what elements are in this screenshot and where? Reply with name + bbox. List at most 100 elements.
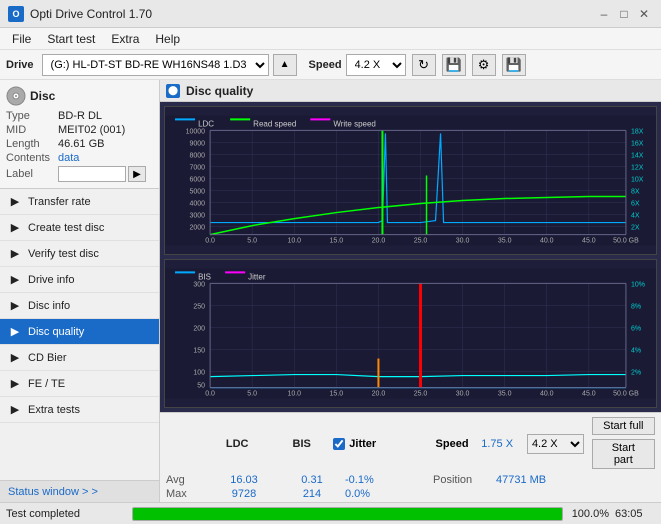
chart2-svg: BIS Jitter xyxy=(165,260,656,407)
disc-label-button[interactable]: ▶ xyxy=(128,166,146,182)
disc-quality-header: ⬤ Disc quality xyxy=(160,80,661,102)
svg-text:5.0: 5.0 xyxy=(247,238,257,245)
charts-area: LDC Read speed Write speed xyxy=(160,102,661,412)
close-button[interactable]: ✕ xyxy=(635,5,653,23)
jitter-checkbox[interactable] xyxy=(333,438,345,450)
disc-contents-label: Contents xyxy=(6,152,58,164)
disc-type-label: Type xyxy=(6,110,58,122)
stats-buttons: Start full Start part xyxy=(592,417,655,471)
svg-text:10%: 10% xyxy=(631,281,645,288)
svg-text:8%: 8% xyxy=(631,303,641,310)
extra-tests-icon: ▶ xyxy=(8,403,22,417)
nav-verify-test-disc-label: Verify test disc xyxy=(28,248,99,260)
svg-text:4%: 4% xyxy=(631,348,641,355)
svg-text:200: 200 xyxy=(193,325,205,332)
svg-text:8X: 8X xyxy=(631,189,640,196)
stats-max-jitter: 0.0% xyxy=(345,488,425,500)
svg-text:Read speed: Read speed xyxy=(253,119,296,128)
transfer-rate-icon: ▶ xyxy=(8,195,22,209)
main-content: ⬤ Disc quality LDC Read speed Write spee… xyxy=(160,80,661,502)
nav-disc-info[interactable]: ▶ Disc info xyxy=(0,293,159,319)
svg-text:5000: 5000 xyxy=(190,189,206,196)
nav-disc-quality-label: Disc quality xyxy=(28,326,84,338)
app-title: Opti Drive Control 1.70 xyxy=(30,7,152,21)
svg-text:40.0: 40.0 xyxy=(540,391,554,398)
maximize-button[interactable]: □ xyxy=(615,5,633,23)
disc-info-panel: Disc Type BD-R DL MID MEIT02 (001) Lengt… xyxy=(0,80,159,189)
disc-icon-btn[interactable]: 💾 xyxy=(442,54,466,76)
svg-text:2%: 2% xyxy=(631,370,641,377)
menu-start-test[interactable]: Start test xyxy=(39,30,103,48)
svg-text:BIS: BIS xyxy=(198,272,211,281)
drive-toolbar: Drive (G:) HL-DT-ST BD-RE WH16NS48 1.D3 … xyxy=(0,50,661,80)
start-full-button[interactable]: Start full xyxy=(592,417,655,435)
disc-header: Disc xyxy=(6,86,153,106)
svg-text:50.0 GB: 50.0 GB xyxy=(613,238,639,245)
stats-max-ldc: 9728 xyxy=(209,488,279,500)
svg-text:15.0: 15.0 xyxy=(330,238,344,245)
verify-test-disc-icon: ▶ xyxy=(8,247,22,261)
disc-mid-row: MID MEIT02 (001) xyxy=(6,124,153,136)
sidebar: Disc Type BD-R DL MID MEIT02 (001) Lengt… xyxy=(0,80,160,502)
menu-file[interactable]: File xyxy=(4,30,39,48)
cd-bier-icon: ▶ xyxy=(8,351,22,365)
nav-disc-quality[interactable]: ▶ Disc quality xyxy=(0,319,159,345)
disc-length-label: Length xyxy=(6,138,58,150)
settings-icon-btn[interactable]: ⚙ xyxy=(472,54,496,76)
nav-fe-te-label: FE / TE xyxy=(28,378,65,390)
nav-disc-info-label: Disc info xyxy=(28,300,70,312)
svg-text:7000: 7000 xyxy=(190,164,206,171)
svg-text:25.0: 25.0 xyxy=(414,391,428,398)
svg-text:10000: 10000 xyxy=(186,128,206,135)
nav-extra-tests[interactable]: ▶ Extra tests xyxy=(0,397,159,423)
fe-te-icon: ▶ xyxy=(8,377,22,391)
nav-verify-test-disc[interactable]: ▶ Verify test disc xyxy=(0,241,159,267)
main-layout: Disc Type BD-R DL MID MEIT02 (001) Lengt… xyxy=(0,80,661,502)
svg-text:15.0: 15.0 xyxy=(330,391,344,398)
svg-text:25.0: 25.0 xyxy=(414,238,428,245)
minimize-button[interactable]: – xyxy=(595,5,613,23)
stats-header-jitter: Jitter xyxy=(349,438,376,450)
nav-create-test-disc[interactable]: ▶ Create test disc xyxy=(0,215,159,241)
speed-select[interactable]: 4.2 X xyxy=(346,54,406,76)
svg-text:LDC: LDC xyxy=(198,119,214,128)
disc-contents-row: Contents data xyxy=(6,152,153,164)
svg-text:0.0: 0.0 xyxy=(205,238,215,245)
menu-extra[interactable]: Extra xyxy=(103,30,147,48)
svg-text:2000: 2000 xyxy=(190,225,206,232)
svg-text:12X: 12X xyxy=(631,164,644,171)
stats-avg-row: Avg 16.03 0.31 -0.1% Position 47731 MB xyxy=(166,474,655,486)
svg-text:30.0: 30.0 xyxy=(456,391,470,398)
app-icon: O xyxy=(8,6,24,22)
nav-transfer-rate[interactable]: ▶ Transfer rate xyxy=(0,189,159,215)
menu-help[interactable]: Help xyxy=(147,30,188,48)
start-part-button[interactable]: Start part xyxy=(592,439,655,469)
svg-text:4000: 4000 xyxy=(190,201,206,208)
stats-panel: LDC BIS Jitter Speed 1.75 X 4.2 X Start … xyxy=(160,412,661,502)
disc-quality-icon: ▶ xyxy=(8,325,22,339)
nav-drive-info[interactable]: ▶ Drive info xyxy=(0,267,159,293)
svg-text:18X: 18X xyxy=(631,128,644,135)
stats-speed-value: 1.75 X xyxy=(481,438,519,450)
svg-text:45.0: 45.0 xyxy=(582,391,596,398)
save-icon-btn[interactable]: 💾 xyxy=(502,54,526,76)
stats-speed-select[interactable]: 4.2 X xyxy=(527,434,584,454)
svg-text:6000: 6000 xyxy=(190,177,206,184)
nav-cd-bier-label: CD Bier xyxy=(28,352,67,364)
disc-label-input[interactable] xyxy=(58,166,126,182)
status-window-bar[interactable]: Status window > > xyxy=(0,480,159,502)
stats-header-ldc: LDC xyxy=(204,438,270,450)
refresh-button[interactable]: ↻ xyxy=(412,54,436,76)
svg-text:9000: 9000 xyxy=(190,140,206,147)
nav-cd-bier[interactable]: ▶ CD Bier xyxy=(0,345,159,371)
stats-avg-bis: 0.31 xyxy=(287,474,337,486)
svg-text:30.0: 30.0 xyxy=(456,238,470,245)
nav-drive-info-label: Drive info xyxy=(28,274,74,286)
drive-select[interactable]: (G:) HL-DT-ST BD-RE WH16NS48 1.D3 xyxy=(42,54,269,76)
svg-text:2X: 2X xyxy=(631,225,640,232)
menu-bar: File Start test Extra Help xyxy=(0,28,661,50)
eject-button[interactable]: ▲ xyxy=(273,54,297,76)
nav-fe-te[interactable]: ▶ FE / TE xyxy=(0,371,159,397)
svg-text:40.0: 40.0 xyxy=(540,238,554,245)
bottom-bar: Test completed 100.0% 63:05 xyxy=(0,502,661,524)
